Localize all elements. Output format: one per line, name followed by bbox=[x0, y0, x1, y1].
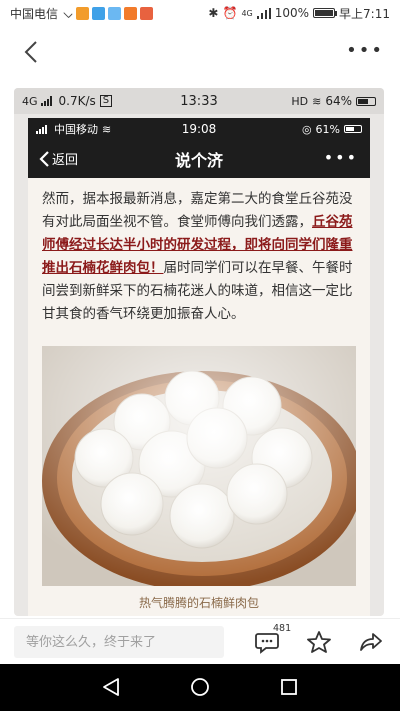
back-triangle-icon[interactable] bbox=[100, 676, 122, 698]
comment-count-badge: 481 bbox=[273, 623, 292, 634]
inner-status-bar: 中国移动 ≋ 19:08 ◎ 61% bbox=[28, 118, 370, 140]
inner-phone-screen: 中国移动 ≋ 19:08 ◎ 61% 返回 说个济 ••• 然而，据本报最新消息… bbox=[28, 118, 370, 616]
status-bar: 中国电信 ✱ ⏰ 4G 100% 早上7:11 bbox=[0, 0, 400, 26]
inner-time: 19:08 bbox=[181, 122, 217, 136]
clock: 早上7:11 bbox=[339, 6, 390, 21]
article-body: 然而，据本报最新消息，嘉定第二大的食堂丘谷苑没有对此局面坐视不管。食堂师傅向我们… bbox=[28, 178, 370, 326]
battery-icon bbox=[313, 8, 338, 18]
network-label: 4G bbox=[241, 8, 253, 18]
app-notification-icon bbox=[108, 6, 122, 20]
video-app-icon bbox=[124, 6, 138, 20]
system-nav-bar bbox=[0, 664, 400, 711]
share-icon[interactable] bbox=[358, 629, 384, 655]
gallery-app-icon bbox=[140, 6, 154, 20]
app-header: ••• bbox=[0, 26, 400, 78]
photo-caption: 热气腾腾的石楠鲜肉包 bbox=[138, 596, 259, 610]
embedded-time: 13:33 bbox=[180, 93, 218, 109]
more-dots-icon[interactable]: ••• bbox=[324, 148, 358, 167]
bluetooth-icon: ✱ bbox=[208, 6, 219, 20]
more-dots-icon[interactable]: ••• bbox=[346, 40, 384, 61]
battery-icon bbox=[356, 96, 376, 106]
battery-percent: 100% bbox=[274, 6, 310, 20]
notification-icons bbox=[63, 6, 154, 20]
embedded-screenshot: 4G 0.7K/s S 13:33 HD ≋ 64% 中国移动 ≋ 19:08 … bbox=[14, 88, 384, 616]
app-notification-icon bbox=[92, 6, 106, 20]
article-photo bbox=[42, 346, 356, 586]
signal-icon bbox=[256, 7, 271, 19]
carrier-label: 中国电信 bbox=[10, 6, 59, 21]
comment-bar: 481 bbox=[0, 618, 400, 664]
alarm-icon: ⏰ bbox=[222, 6, 238, 20]
chevron-left-icon[interactable] bbox=[18, 38, 46, 66]
star-icon[interactable] bbox=[306, 629, 332, 655]
home-circle-icon[interactable] bbox=[189, 676, 211, 698]
inner-page-title: 说个济 bbox=[174, 151, 223, 170]
missed-call-icon bbox=[63, 8, 73, 18]
app-notification-icon bbox=[76, 6, 90, 20]
recents-square-icon[interactable] bbox=[278, 676, 300, 698]
inner-nav-bar: 返回 说个济 ••• bbox=[28, 140, 370, 178]
embedded-status-bar: 4G 0.7K/s S 13:33 HD ≋ 64% bbox=[14, 88, 384, 114]
comment-input[interactable] bbox=[14, 626, 224, 658]
steamed-buns-image bbox=[42, 346, 356, 586]
battery-icon bbox=[344, 125, 362, 133]
article-text: 然而，据本报最新消息，嘉定第二大的食堂丘谷苑没有对此局面坐视不管。食堂师傅向我们… bbox=[42, 191, 353, 230]
